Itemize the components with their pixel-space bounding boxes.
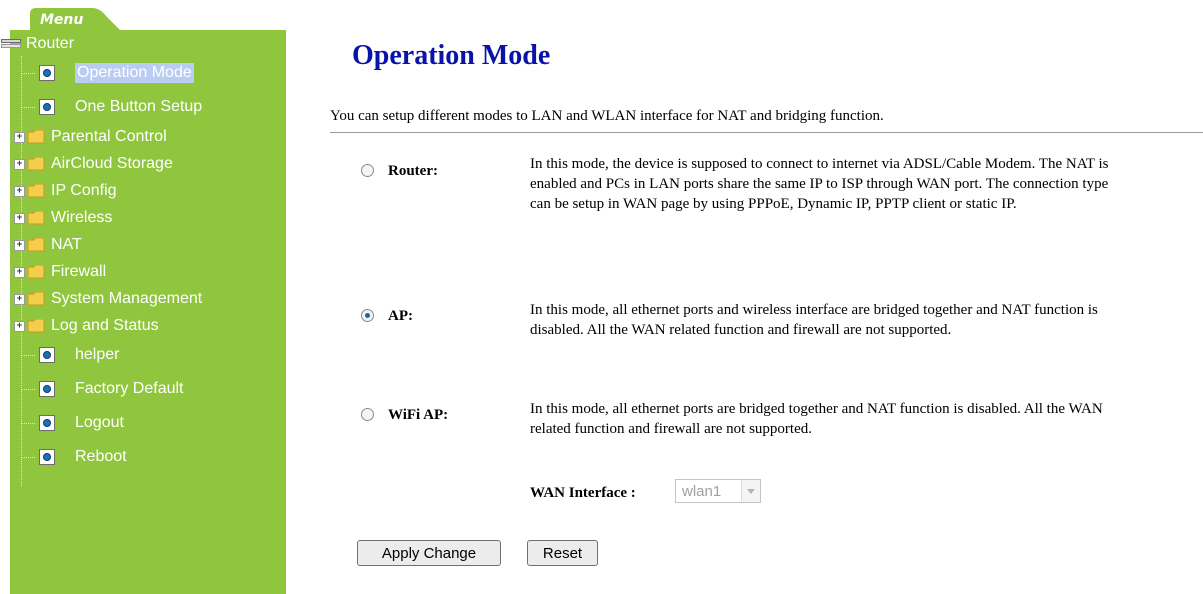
wan-interface-value: wlan1 bbox=[682, 483, 722, 500]
sidebar-item-label: Reboot bbox=[75, 448, 127, 465]
page-title: Operation Mode bbox=[352, 40, 551, 71]
router-mode-description: In this mode, the device is supposed to … bbox=[530, 156, 1109, 212]
expand-icon[interactable]: + bbox=[14, 212, 25, 224]
menu-tab: Menu bbox=[30, 8, 122, 32]
sidebar-item-reboot[interactable]: Reboot bbox=[10, 445, 127, 469]
expand-icon[interactable]: + bbox=[14, 185, 25, 197]
intro-text: You can setup different modes to LAN and… bbox=[330, 108, 884, 124]
folder-icon bbox=[28, 130, 45, 144]
page-icon bbox=[39, 415, 55, 431]
sidebar-item-label: NAT bbox=[51, 236, 82, 253]
sidebar-item-label: Firewall bbox=[51, 263, 107, 280]
folder-icon bbox=[28, 184, 45, 198]
sidebar-item-label: Logout bbox=[75, 414, 124, 431]
ap-mode-radio[interactable] bbox=[361, 309, 374, 322]
expand-icon[interactable]: + bbox=[14, 293, 25, 305]
wifi-ap-mode-description: In this mode, all ethernet ports are bri… bbox=[530, 401, 1103, 437]
sidebar-item-parental-control[interactable]: + Parental Control bbox=[14, 125, 167, 149]
wifi-ap-mode-label: WiFi AP: bbox=[388, 407, 449, 423]
expand-icon[interactable]: + bbox=[14, 320, 25, 332]
sidebar-item-log-and-status[interactable]: + Log and Status bbox=[14, 314, 159, 338]
sidebar-menu: Router Operation Mode One Button Setup +… bbox=[1, 30, 286, 594]
sidebar-item-helper[interactable]: helper bbox=[10, 343, 119, 367]
expand-icon[interactable]: + bbox=[14, 158, 25, 170]
wan-interface-label: WAN Interface : bbox=[530, 485, 636, 501]
sidebar-item-label: Factory Default bbox=[75, 380, 184, 397]
dropdown-arrow-icon bbox=[741, 480, 760, 502]
expand-icon[interactable]: + bbox=[14, 266, 25, 278]
folder-icon bbox=[28, 292, 45, 306]
sidebar-item-label: Log and Status bbox=[51, 317, 159, 334]
folder-icon bbox=[28, 265, 45, 279]
router-icon bbox=[1, 39, 21, 48]
sidebar-item-label: System Management bbox=[51, 290, 203, 307]
page-icon bbox=[39, 99, 55, 115]
router-mode-radio[interactable] bbox=[361, 164, 374, 177]
sidebar-item-label: AirCloud Storage bbox=[51, 155, 173, 172]
folder-icon bbox=[28, 157, 45, 171]
sidebar-item-factory-default[interactable]: Factory Default bbox=[10, 377, 183, 401]
page-icon bbox=[39, 449, 55, 465]
router-mode-label: Router: bbox=[388, 163, 438, 179]
sidebar-item-label: helper bbox=[75, 346, 120, 363]
ap-mode-label: AP: bbox=[388, 308, 413, 324]
tree-root-router[interactable]: Router bbox=[1, 32, 75, 56]
sidebar-item-one-button-setup[interactable]: One Button Setup bbox=[10, 95, 202, 119]
sidebar-item-logout[interactable]: Logout bbox=[10, 411, 124, 435]
expand-icon[interactable]: + bbox=[14, 239, 25, 251]
page-icon bbox=[39, 65, 55, 81]
wan-interface-select[interactable]: wlan1 bbox=[675, 479, 761, 503]
sidebar-item-firewall[interactable]: + Firewall bbox=[14, 260, 107, 284]
ap-mode-description: In this mode, all ethernet ports and wir… bbox=[530, 302, 1098, 338]
sidebar-item-ip-config[interactable]: + IP Config bbox=[14, 179, 117, 203]
expand-icon[interactable]: + bbox=[14, 131, 25, 143]
sidebar-item-label: Operation Mode bbox=[75, 63, 194, 83]
sidebar-item-aircloud-storage[interactable]: + AirCloud Storage bbox=[14, 152, 173, 176]
reset-button[interactable]: Reset bbox=[527, 540, 598, 566]
page-icon bbox=[39, 381, 55, 397]
folder-icon bbox=[28, 238, 45, 252]
sidebar-item-label: Wireless bbox=[51, 209, 113, 226]
sidebar-item-system-management[interactable]: + System Management bbox=[14, 287, 203, 311]
folder-icon bbox=[28, 319, 45, 333]
sidebar-item-wireless[interactable]: + Wireless bbox=[14, 206, 113, 230]
sidebar-item-operation-mode[interactable]: Operation Mode bbox=[10, 61, 194, 85]
sidebar-item-label: Parental Control bbox=[51, 128, 167, 145]
page-icon bbox=[39, 347, 55, 363]
sidebar-item-nat[interactable]: + NAT bbox=[14, 233, 82, 257]
menu-tab-label: Menu bbox=[40, 12, 84, 28]
sidebar-item-label: One Button Setup bbox=[75, 98, 203, 115]
folder-icon bbox=[28, 211, 45, 225]
apply-change-button[interactable]: Apply Change bbox=[357, 540, 501, 566]
tree-root-label: Router bbox=[26, 35, 75, 52]
wifi-ap-mode-radio[interactable] bbox=[361, 408, 374, 421]
divider bbox=[330, 132, 1203, 133]
sidebar-item-label: IP Config bbox=[51, 182, 117, 199]
